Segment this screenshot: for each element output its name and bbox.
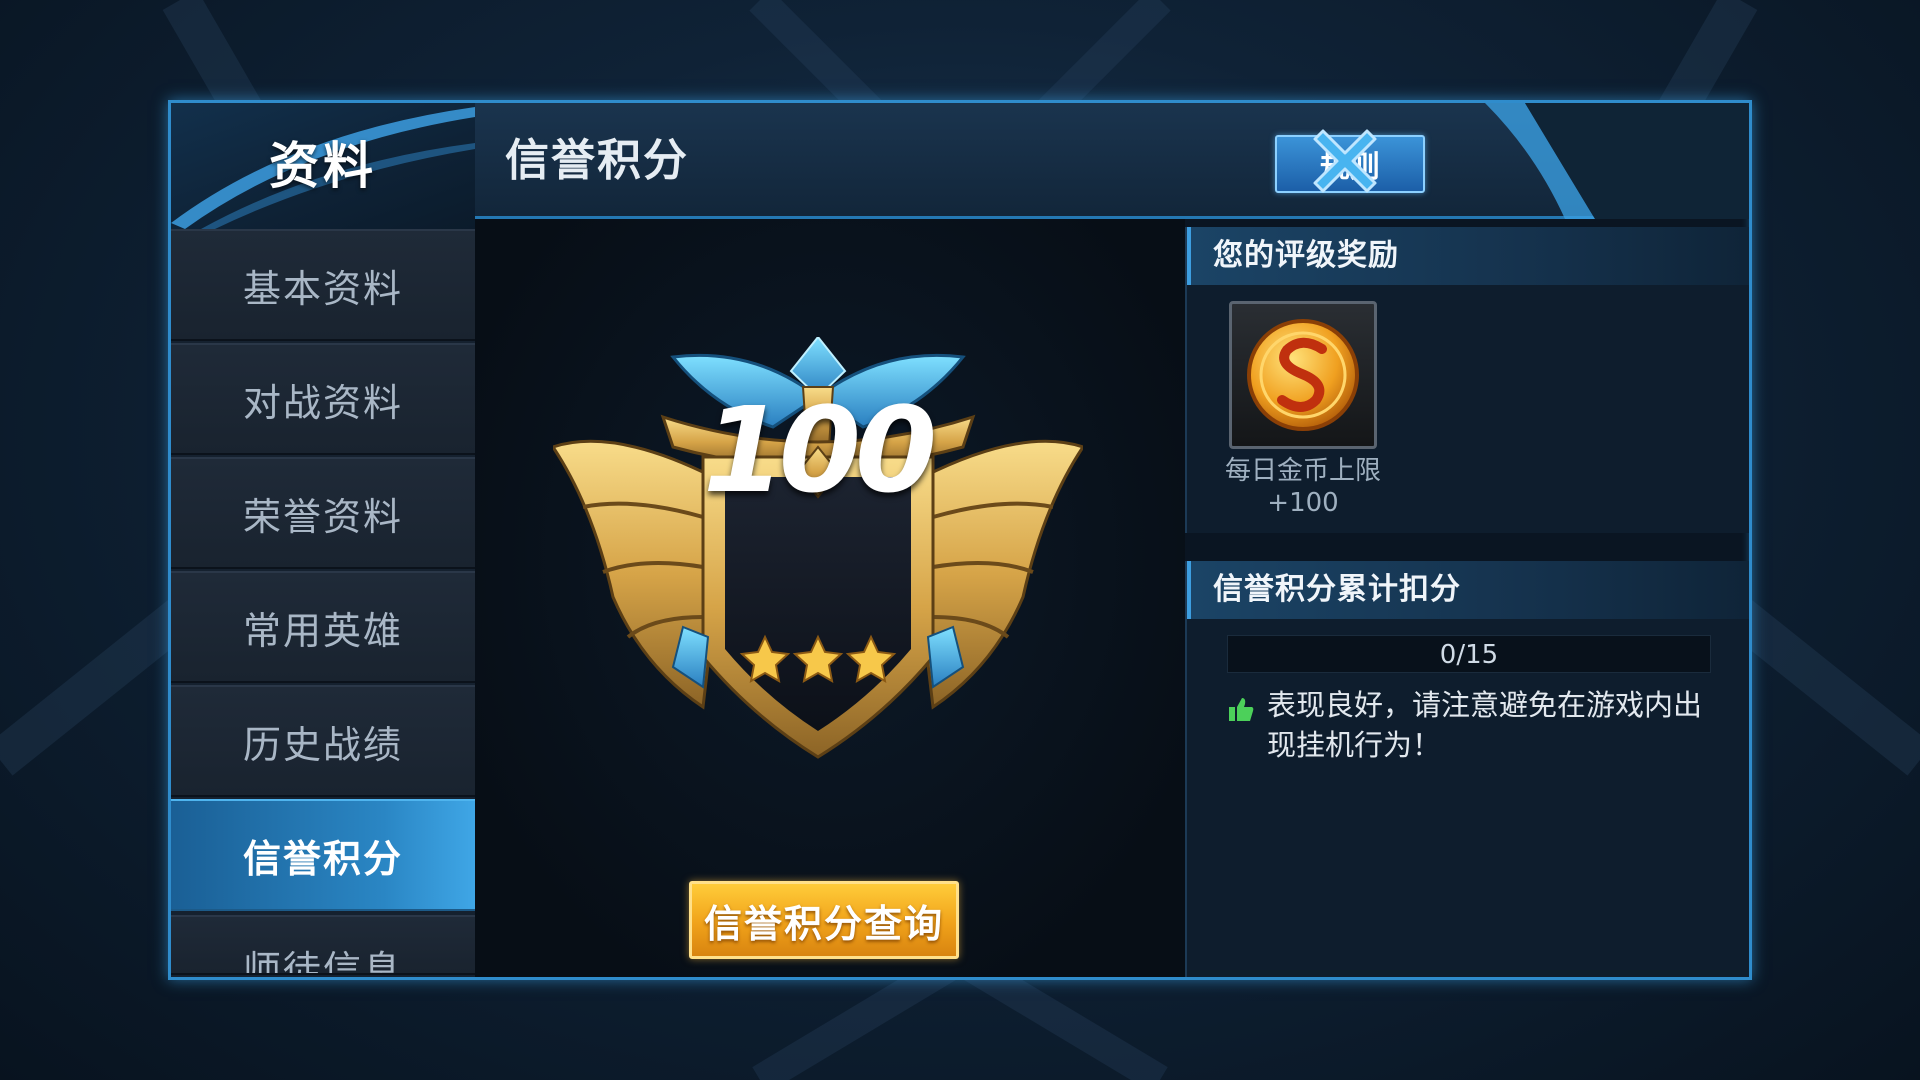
sidebar-title: 资料 [269,137,377,195]
deduction-panel-title: 信誉积分累计扣分 [1187,561,1749,619]
top-bar: 信誉积分 规则 [475,103,1749,219]
reward-label: 每日金币上限 +100 [1209,455,1397,519]
reward-panel-title: 您的评级奖励 [1187,227,1749,285]
credit-query-button[interactable]: 信誉积分查询 [689,881,959,959]
credit-emblem-area: 100 信誉积分查询 [475,219,1185,977]
sidebar-item-heroes[interactable]: 常用英雄 [171,571,475,683]
close-x-icon[interactable] [1305,121,1385,201]
deduction-progress-bar: 0/15 [1227,635,1711,673]
sidebar-item-credit-score[interactable]: 信誉积分 [171,799,475,911]
reward-value: +100 [1267,488,1339,518]
deduction-progress-text: 0/15 [1439,640,1499,670]
header-corner-decoration [1485,103,1749,219]
reward-item[interactable] [1229,301,1377,449]
sidebar-header: 资料 [171,103,475,229]
sidebar-item-mentorship[interactable]: 师徒信息 [171,915,475,975]
sidebar-item-battle-stats[interactable]: 对战资料 [171,343,475,455]
deduction-hint-text: 表现良好，请注意避免在游戏内出现挂机行为！ [1267,688,1703,762]
sidebar-item-history[interactable]: 历史战绩 [171,685,475,797]
page-title: 信誉积分 [505,135,689,186]
profile-window: 资料 基本资料 对战资料 荣誉资料 常用英雄 历史战绩 信誉积分 师徒信息 信誉… [168,100,1752,980]
credit-score-value: 100 [702,381,937,519]
thumbs-up-icon [1229,698,1254,721]
reward-name: 每日金币上限 [1224,456,1381,486]
reward-panel: 您的评级奖励 每日金币上限 +100 [1185,227,1749,533]
sidebar: 资料 基本资料 对战资料 荣誉资料 常用英雄 历史战绩 信誉积分 师徒信息 [171,103,475,977]
gold-coin-icon [1247,319,1359,431]
sidebar-item-honor[interactable]: 荣誉资料 [171,457,475,569]
deduction-panel: 信誉积分累计扣分 0/15 表现良好，请注意避免在游戏内出现挂机行为！ [1185,561,1749,977]
sidebar-item-basic-info[interactable]: 基本资料 [171,229,475,341]
